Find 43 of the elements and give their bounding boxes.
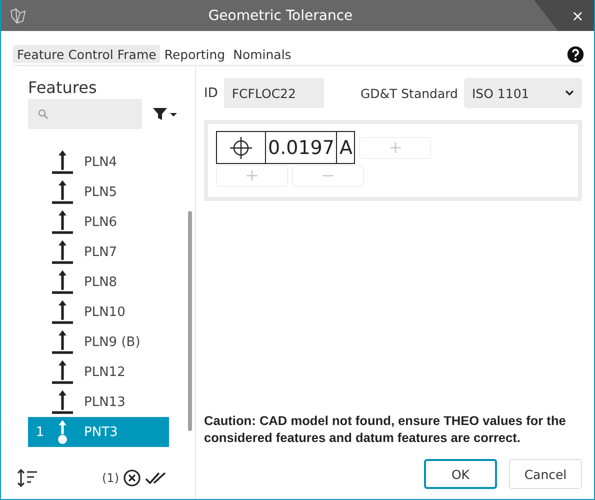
search-field[interactable] [28,99,142,129]
tab[interactable]: Reporting [160,45,230,63]
plane-icon [52,210,73,234]
plane-icon [52,150,73,174]
position-icon [229,136,253,160]
plane-icon [52,300,73,324]
standard-dropdown[interactable]: ISO 1101 [464,78,582,108]
id-field[interactable]: FCFLOC22 [224,78,324,108]
plane-icon [52,330,73,354]
tolerance-value[interactable]: 0.0197 [265,132,336,163]
feature-item[interactable]: PLN12 [28,357,169,387]
filter-icon[interactable] [152,106,178,122]
feature-item[interactable]: PLN6 [28,207,169,237]
window-title: Geometric Tolerance [207,8,354,24]
feature-item[interactable]: PLN9 (B) [28,327,169,357]
tab[interactable]: Feature Control Frame [13,45,160,63]
id-label: ID [204,86,218,100]
search-icon [38,109,48,119]
caret-icon [565,90,574,96]
feature-item[interactable]: PLN7 [28,237,169,267]
selection-count: (1) [102,471,119,485]
feature-item[interactable]: PLN8 [28,267,169,297]
feature-item[interactable]: PLN5 [28,177,169,207]
standard-label: GD&T Standard [360,86,458,100]
help-icon[interactable] [567,46,584,62]
plane-icon [52,240,73,264]
feature-item[interactable]: PLN13 [28,387,169,417]
tab[interactable]: Nominals [229,45,296,63]
plane-icon [52,270,73,294]
caution-message: Caution: CAD model not found, ensure THEO values for the considered features and datum features are correct. [204,412,567,446]
dialog-button[interactable]: OK [424,459,497,489]
plane-icon [52,180,73,204]
feature-item[interactable]: PLN4 [28,147,169,177]
datum-value[interactable]: A [336,132,354,163]
logo-icon [9,6,27,24]
plane-icon [52,390,73,414]
sort-icon[interactable] [17,468,39,488]
dialog-button[interactable]: Cancel [509,459,582,489]
clear-icon[interactable] [123,469,141,487]
feature-item[interactable]: PLN10 [28,297,169,327]
panel-title: Features [28,78,98,97]
point-icon [58,420,67,444]
plane-icon [52,360,73,384]
